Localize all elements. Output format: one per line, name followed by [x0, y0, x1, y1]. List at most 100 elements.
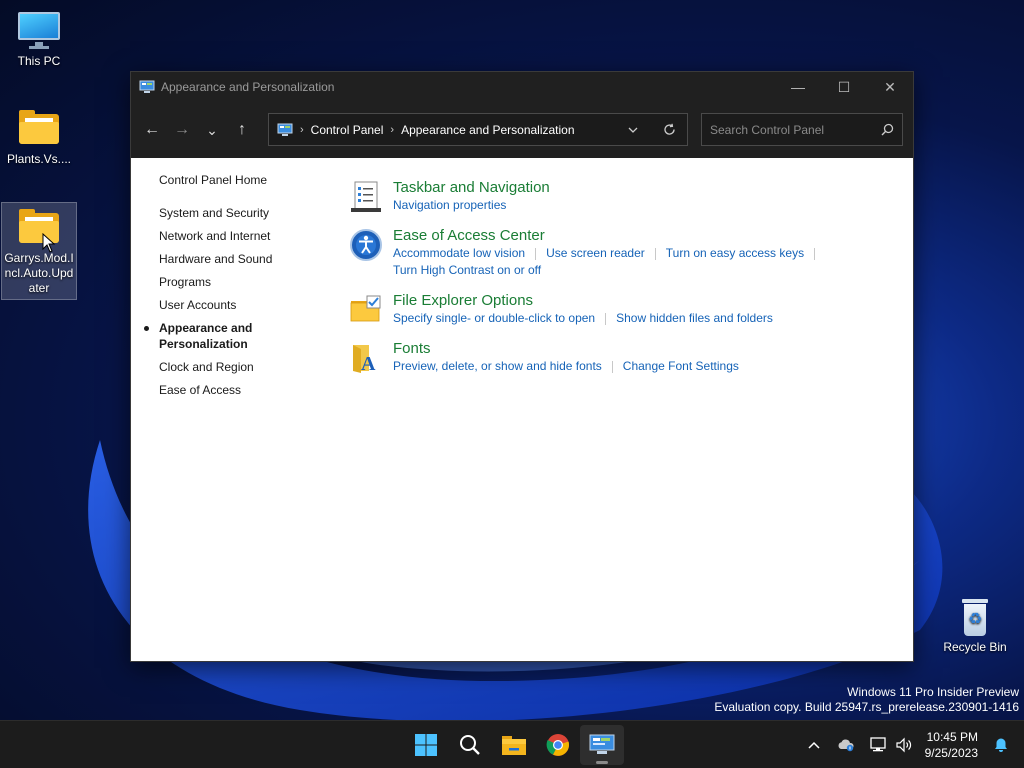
category-ease-of-access: Ease of Access Center Accommodate low vi… — [349, 226, 889, 279]
recent-locations-button[interactable]: ⌄ — [197, 115, 227, 145]
link-divider — [605, 312, 607, 325]
link-accommodate-low-vision[interactable]: Accommodate low vision — [393, 246, 525, 260]
svg-text:A: A — [361, 353, 376, 375]
breadcrumb-separator: › — [300, 123, 304, 136]
chrome-button[interactable] — [536, 725, 580, 765]
breadcrumb-appearance[interactable]: Appearance and Personalization — [401, 123, 574, 137]
link-navigation-properties[interactable]: Navigation properties — [393, 198, 506, 212]
category-links: Navigation properties — [393, 197, 889, 214]
search-box — [701, 113, 903, 146]
link-divider — [535, 247, 537, 260]
ease-of-access-icon — [350, 229, 382, 261]
window-titlebar[interactable]: Appearance and Personalization — ☐ ✕ — [131, 72, 913, 102]
clock-time: 10:45 PM — [926, 730, 978, 744]
link-use-screen-reader[interactable]: Use screen reader — [546, 246, 645, 260]
window-title: Appearance and Personalization — [161, 80, 335, 94]
breadcrumb-control-panel[interactable]: Control Panel — [311, 123, 384, 137]
notification-bell-icon[interactable] — [988, 737, 1014, 753]
taskbar: 10:45 PM 9/25/2023 — [0, 720, 1024, 768]
address-bar[interactable]: › Control Panel › Appearance and Persona… — [268, 113, 688, 146]
folder-icon — [17, 108, 61, 148]
close-button[interactable]: ✕ — [867, 72, 913, 102]
desktop-icon-label: Garrys.Mod.Incl.Auto.Updater — [4, 251, 74, 295]
sidebar-nav: Control Panel Home System and Security N… — [144, 172, 329, 405]
desktop-icon-label: Recycle Bin — [943, 640, 1007, 654]
control-panel-taskbar-button[interactable] — [580, 725, 624, 765]
desktop-icon-this-pc[interactable]: This PC — [1, 10, 77, 74]
control-panel-window: Appearance and Personalization — ☐ ✕ ← →… — [130, 71, 914, 662]
link-change-font-settings[interactable]: Change Font Settings — [623, 359, 739, 373]
network-icon[interactable] — [865, 737, 891, 753]
maximize-button[interactable]: ☐ — [821, 72, 867, 102]
evaluation-watermark: Windows 11 Pro Insider Preview Evaluatio… — [714, 685, 1019, 715]
fonts-icon: A — [353, 345, 376, 375]
link-single-double-click[interactable]: Specify single- or double-click to open — [393, 311, 595, 325]
sidebar-item-programs[interactable]: Programs — [159, 274, 329, 290]
link-divider — [814, 247, 816, 260]
search-input[interactable] — [710, 122, 872, 137]
up-button[interactable]: ↑ — [227, 115, 257, 145]
category-list: Taskbar and Navigation Navigation proper… — [349, 178, 889, 387]
clock[interactable]: 10:45 PM 9/25/2023 — [925, 729, 978, 761]
category-title[interactable]: Fonts — [393, 339, 889, 358]
chrome-icon — [546, 734, 570, 756]
desktop-icon-garrys-mod[interactable]: Garrys.Mod.Incl.Auto.Updater — [1, 202, 77, 300]
watermark-line-1: Windows 11 Pro Insider Preview — [847, 685, 1019, 699]
link-preview-fonts[interactable]: Preview, delete, or show and hide fonts — [393, 359, 602, 373]
search-icon[interactable] — [872, 123, 902, 136]
sidebar-item-system-security[interactable]: System and Security — [159, 205, 329, 221]
link-easy-access-keys[interactable]: Turn on easy access keys — [666, 246, 804, 260]
sidebar-item-control-panel-home[interactable]: Control Panel Home — [159, 172, 329, 188]
back-button[interactable]: ← — [137, 115, 167, 145]
control-panel-icon — [589, 734, 615, 754]
file-explorer-icon — [502, 736, 526, 755]
file-explorer-button[interactable] — [492, 725, 536, 765]
mouse-cursor-icon — [42, 233, 56, 253]
volume-icon[interactable] — [891, 737, 917, 753]
breadcrumb-separator: › — [390, 123, 395, 136]
link-divider — [654, 247, 656, 260]
sidebar-item-hardware-sound[interactable]: Hardware and Sound — [159, 251, 329, 267]
clock-date: 9/25/2023 — [924, 746, 978, 760]
sidebar-item-user-accounts[interactable]: User Accounts — [159, 297, 329, 313]
onedrive-icon[interactable] — [833, 738, 859, 752]
folder-options-icon — [350, 295, 381, 322]
taskbar-settings-icon — [351, 181, 381, 212]
address-dropdown-chevron-icon[interactable] — [615, 127, 651, 133]
window-controls: — ☐ ✕ — [775, 72, 913, 102]
sidebar-item-ease-of-access[interactable]: Ease of Access — [159, 382, 329, 398]
category-file-explorer-options: File Explorer Options Specify single- or… — [349, 291, 889, 327]
taskbar-apps — [404, 725, 624, 765]
sidebar-item-clock-region[interactable]: Clock and Region — [159, 359, 329, 375]
category-title[interactable]: Ease of Access Center — [393, 226, 889, 245]
search-button[interactable] — [448, 725, 492, 765]
desktop-icon-plants-vs[interactable]: Plants.Vs.... — [1, 108, 77, 172]
system-tray: 10:45 PM 9/25/2023 — [801, 721, 1024, 768]
control-panel-icon — [139, 80, 155, 93]
minimize-button[interactable]: — — [775, 72, 821, 102]
category-links: Preview, delete, or show and hide fonts C… — [393, 358, 889, 375]
control-panel-icon — [277, 123, 293, 136]
category-links: Accommodate low vision Use screen reader T… — [393, 245, 889, 279]
desktop-icon-label: Plants.Vs.... — [6, 152, 72, 166]
link-show-hidden-files[interactable]: Show hidden files and folders — [616, 311, 773, 325]
link-high-contrast[interactable]: Turn High Contrast on or off — [393, 263, 541, 277]
category-title[interactable]: Taskbar and Navigation — [393, 178, 889, 197]
category-taskbar-navigation: Taskbar and Navigation Navigation proper… — [349, 178, 889, 214]
start-button[interactable] — [404, 725, 448, 765]
monitor-icon — [17, 10, 61, 50]
category-title[interactable]: File Explorer Options — [393, 291, 889, 310]
search-icon — [460, 735, 480, 755]
link-divider — [611, 360, 613, 373]
watermark-line-2: Evaluation copy. Build 25947.rs_prerelea… — [714, 700, 1019, 714]
address-bar-actions — [615, 114, 687, 145]
windows-logo-icon — [415, 734, 437, 756]
recycle-bin-icon: ♻ — [953, 596, 997, 636]
show-hidden-icons-chevron-icon[interactable] — [801, 741, 827, 749]
sidebar-item-network-internet[interactable]: Network and Internet — [159, 228, 329, 244]
desktop-icon-recycle-bin[interactable]: ♻ Recycle Bin — [937, 596, 1013, 660]
category-links: Specify single- or double-click to open S… — [393, 310, 889, 327]
refresh-icon[interactable] — [651, 123, 687, 136]
forward-button[interactable]: → — [167, 115, 197, 145]
navigation-bar: ← → ⌄ ↑ › Control Panel › Appearance and… — [131, 102, 913, 158]
